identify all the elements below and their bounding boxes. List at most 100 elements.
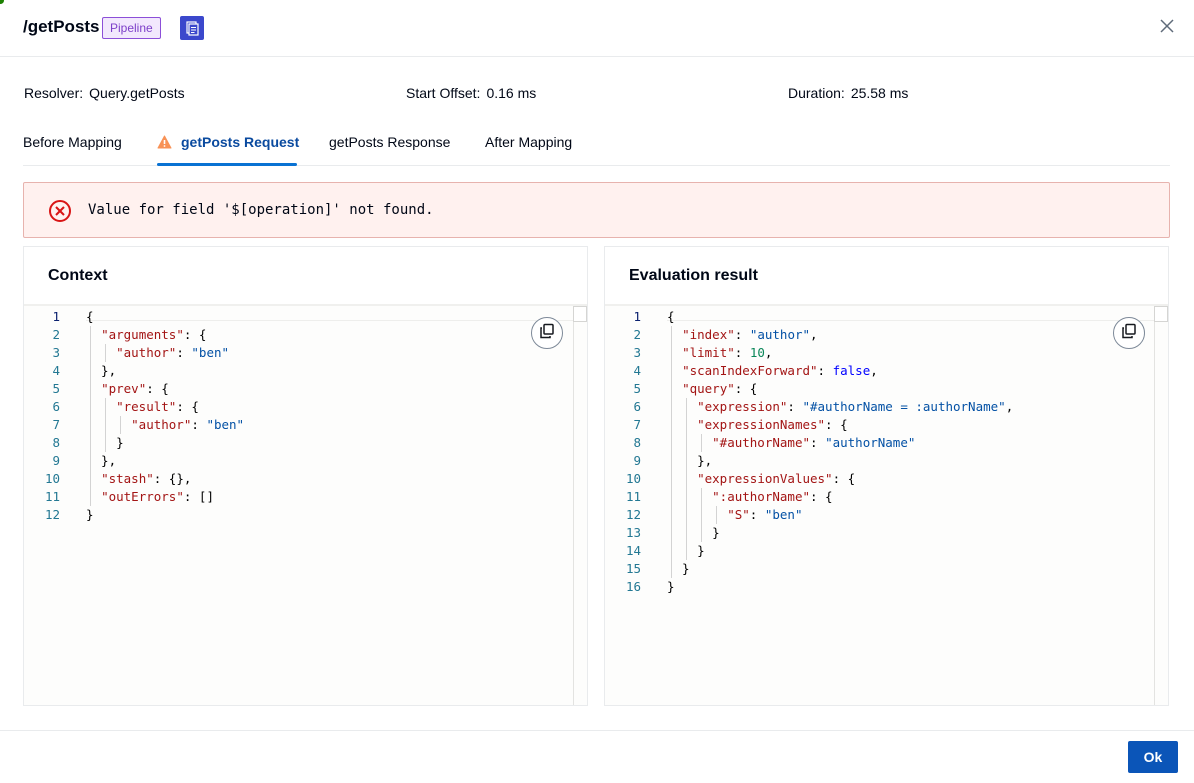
start-offset-value: 0.16 ms xyxy=(486,85,537,101)
code-text: "limit": 10, xyxy=(682,345,773,360)
line-number: 2 xyxy=(633,327,641,342)
line-number: 1 xyxy=(52,309,60,324)
line-number: 5 xyxy=(52,381,60,396)
line-number: 11 xyxy=(44,489,60,504)
line-number: 15 xyxy=(625,561,641,576)
code-text: "expressionValues": { xyxy=(697,471,856,486)
line-number: 10 xyxy=(44,471,60,486)
context-title: Context xyxy=(48,267,108,284)
line-number: 8 xyxy=(52,435,60,450)
tab-response[interactable]: getPosts Response xyxy=(329,134,450,166)
line-number: 7 xyxy=(52,417,60,432)
current-line-highlight xyxy=(86,320,573,321)
line-number: 3 xyxy=(52,345,60,360)
line-number: 6 xyxy=(633,399,641,414)
line-number: 2 xyxy=(52,327,60,342)
copy-context-button[interactable] xyxy=(531,317,563,349)
context-scroll-thumb[interactable] xyxy=(573,306,587,322)
evaluation-editor[interactable]: 1 {2 "index": "author", 3 "limit": 10, 4 "s… xyxy=(605,304,1168,705)
evaluation-panel: Evaluation result 1 {2 "index": "author",… xyxy=(604,246,1169,706)
context-editor[interactable]: 1 {2 "arguments": { 3 "author": "ben" 4 }, 5… xyxy=(24,304,587,705)
tab-label: getPosts Response xyxy=(329,134,451,150)
line-number: 16 xyxy=(625,579,641,594)
context-scrollbar[interactable] xyxy=(573,306,587,705)
start-offset-label: Start Offset: xyxy=(406,85,481,101)
code-text: "S": "ben" xyxy=(727,507,803,522)
resolver-value: Query.getPosts xyxy=(89,85,185,101)
line-number: 6 xyxy=(52,399,60,414)
current-line-highlight xyxy=(667,320,1154,321)
line-number: 4 xyxy=(52,363,60,378)
line-number: 9 xyxy=(52,453,60,468)
copy-icon xyxy=(539,323,555,344)
line-number: 9 xyxy=(633,453,641,468)
document-stack-icon[interactable] xyxy=(180,16,204,40)
code-text: "scanIndexForward": false, xyxy=(682,363,878,378)
tab-after-mapping[interactable]: After Mapping xyxy=(485,134,572,166)
duration-value: 25.58 ms xyxy=(850,85,909,101)
code-text: }, xyxy=(667,453,713,468)
code-text: "author": "ben" xyxy=(131,417,245,432)
code-text: "#authorName": "authorName" xyxy=(712,435,916,450)
code-text: }, xyxy=(86,453,117,468)
ok-button[interactable]: Ok xyxy=(1128,741,1178,773)
code-text: "author": "ben" xyxy=(116,345,230,360)
line-number: 7 xyxy=(633,417,641,432)
error-message: Value for field '$[operation]' not found… xyxy=(88,202,434,218)
modal-title: /getPosts xyxy=(23,17,100,36)
line-number: 11 xyxy=(625,489,641,504)
code-text: } xyxy=(86,435,124,450)
close-icon[interactable] xyxy=(1156,15,1178,37)
line-number: 13 xyxy=(625,525,641,540)
code-text: } xyxy=(86,507,94,522)
code-text: "result": { xyxy=(116,399,199,414)
tab-label: After Mapping xyxy=(485,134,573,150)
code-text: } xyxy=(667,525,720,540)
code-text: } xyxy=(667,561,690,576)
tab-request[interactable]: getPosts Request xyxy=(157,134,299,166)
evaluation-title: Evaluation result xyxy=(629,267,758,284)
evaluation-scrollbar[interactable] xyxy=(1154,306,1168,705)
resolver-label: Resolver: xyxy=(24,85,84,101)
code-text: ":authorName": { xyxy=(712,489,833,504)
code-text: "index": "author", xyxy=(682,327,818,342)
evaluation-scroll-thumb[interactable] xyxy=(1154,306,1168,322)
line-number: 14 xyxy=(625,543,641,558)
line-number: 12 xyxy=(44,507,60,522)
code-text: }, xyxy=(86,363,117,378)
code-text: "expression": "#authorName = :authorName… xyxy=(697,399,1014,414)
mapping-tabs: Before Mapping getPosts Request getPosts… xyxy=(23,124,1170,166)
warning-icon xyxy=(157,135,172,152)
line-number: 10 xyxy=(625,471,641,486)
tab-label: Before Mapping xyxy=(23,134,122,150)
code-text: { xyxy=(667,309,675,324)
code-text: "query": { xyxy=(682,381,758,396)
error-alert: Value for field '$[operation]' not found… xyxy=(23,182,1170,238)
copy-icon xyxy=(1121,323,1137,344)
active-tab-indicator xyxy=(157,163,297,166)
resolver-info: Resolver: Query.getPosts xyxy=(24,85,185,101)
line-number: 3 xyxy=(633,345,641,360)
line-number: 5 xyxy=(633,381,641,396)
code-text: } xyxy=(667,543,705,558)
modal-header: /getPosts Pipeline xyxy=(0,0,1194,57)
modal-footer xyxy=(0,730,1194,783)
context-panel: Context 1 {2 "arguments": { 3 "author": "b… xyxy=(23,246,588,706)
line-number: 8 xyxy=(633,435,641,450)
code-text: } xyxy=(667,579,675,594)
tab-before-mapping[interactable]: Before Mapping xyxy=(23,134,122,166)
code-text: "prev": { xyxy=(101,381,169,396)
code-text: { xyxy=(86,309,94,324)
error-circle-icon xyxy=(48,199,72,223)
code-text: "expressionNames": { xyxy=(697,417,848,432)
duration-info: Duration: 25.58 ms xyxy=(788,85,908,101)
code-text: "arguments": { xyxy=(101,327,207,342)
code-text: "outErrors": [] xyxy=(101,489,214,504)
line-number: 12 xyxy=(625,507,641,522)
pipeline-badge: Pipeline xyxy=(102,17,161,39)
duration-label: Duration: xyxy=(788,85,845,101)
copy-result-button[interactable] xyxy=(1113,317,1145,349)
line-number: 1 xyxy=(633,309,641,324)
code-text: "stash": {}, xyxy=(101,471,192,486)
line-number: 4 xyxy=(633,363,641,378)
